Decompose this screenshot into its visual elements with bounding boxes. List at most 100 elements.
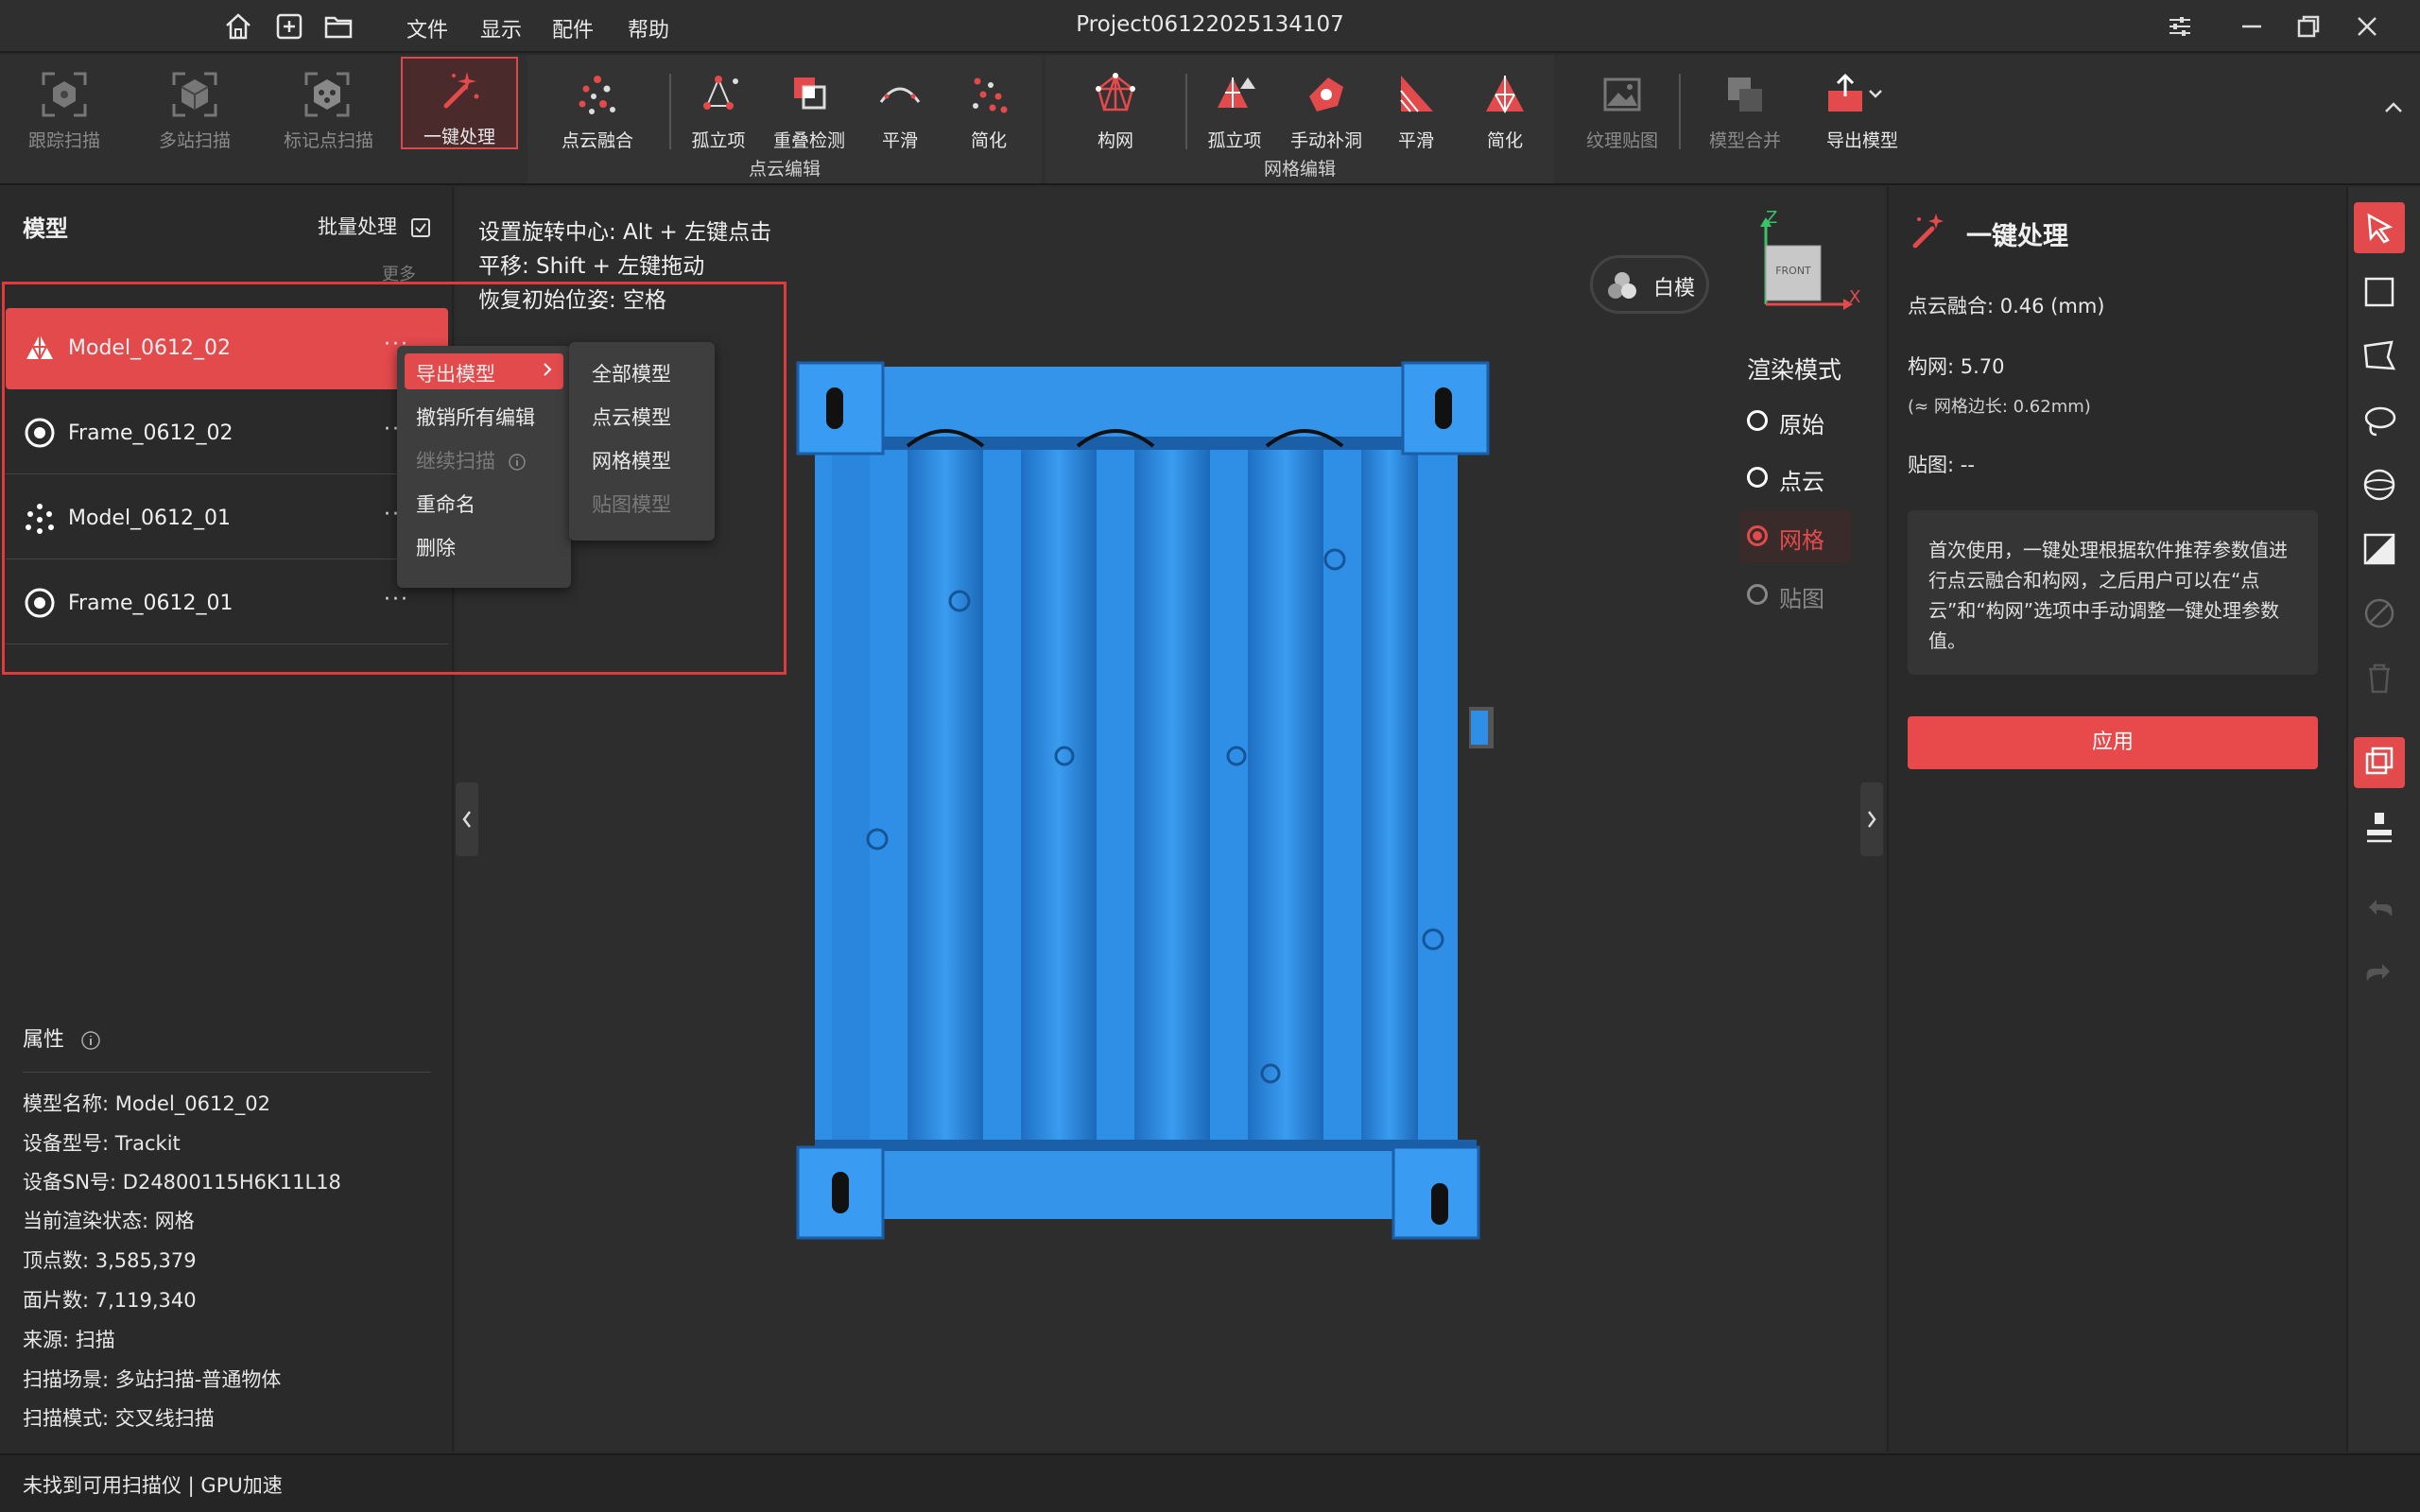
mesh-isolated-button[interactable]: 孤立项: [1191, 62, 1278, 153]
export-model-icon: [1821, 68, 1882, 121]
mesh-isolated-label: 孤立项: [1207, 130, 1262, 151]
output-group: [1562, 55, 2418, 183]
batch-process-label: 批量处理: [318, 215, 397, 238]
ribbon-toolbar: 跟踪扫描 多站扫描 标记点扫描 一键处理 点云融合 孤立项 重叠检测 平滑 简化…: [0, 55, 2420, 185]
ctx-undo-all-edits[interactable]: 撤销所有编辑: [405, 397, 563, 433]
texture-map-button[interactable]: 纹理贴图: [1575, 62, 1669, 153]
point-cloud-edit-group-label: 点云编辑: [748, 159, 821, 180]
ribbon-separator: [669, 74, 671, 149]
ctx-export-model-label: 导出模型: [416, 363, 495, 386]
settings-sliders-icon[interactable]: [2163, 9, 2197, 43]
export-all-models[interactable]: 全部模型: [592, 359, 671, 387]
isolated-button[interactable]: 孤立项: [675, 62, 762, 153]
polygon-select-button[interactable]: [2354, 331, 2405, 382]
texture-map-label: 纹理贴图: [1585, 130, 1658, 151]
ctx-rename[interactable]: 重命名: [405, 484, 563, 520]
point-fusion-button[interactable]: 点云融合: [554, 62, 641, 153]
radio-texture: [1747, 584, 1768, 605]
prop-device-sn: 设备SN号: D24800115H6K11L18: [23, 1171, 341, 1194]
view-cube-label: FRONT: [1775, 265, 1811, 277]
mesh-smooth-button[interactable]: 平滑: [1373, 62, 1460, 153]
prop-model-name: 模型名称: Model_0612_02: [23, 1092, 270, 1115]
multi-station-scan-button[interactable]: 多站扫描: [151, 62, 238, 153]
open-folder-icon[interactable]: [323, 11, 354, 42]
home-icon[interactable]: [223, 11, 253, 42]
polygon-icon: [2363, 340, 2396, 370]
cursor-icon: [2367, 213, 2394, 244]
menu-display[interactable]: 显示: [480, 13, 522, 43]
fill-hole-label: 手动补洞: [1289, 130, 1362, 151]
copy-view-button[interactable]: [2354, 737, 2405, 788]
point-fusion-param: 点云融合: 0.46 (mm): [1908, 295, 2105, 318]
apply-button[interactable]: 应用: [1908, 716, 2318, 769]
measure-button[interactable]: [2354, 801, 2405, 852]
smooth-icon: [873, 68, 926, 121]
menu-help[interactable]: 帮助: [628, 13, 669, 43]
tracking-scan-button[interactable]: 跟踪扫描: [21, 62, 108, 153]
mesh-smooth-label: 平滑: [1397, 130, 1434, 151]
menu-file[interactable]: 文件: [406, 13, 448, 43]
mesh-simplify-button[interactable]: 简化: [1461, 62, 1548, 153]
menu-accessory[interactable]: 配件: [552, 13, 594, 43]
export-model-button[interactable]: 导出模型: [1815, 62, 1910, 153]
stamp-icon: [2367, 813, 2392, 843]
prop-source: 来源: 扫描: [23, 1329, 115, 1351]
rectangle-icon: [2364, 277, 2394, 307]
trash-icon: [2369, 663, 2390, 694]
marker-scan-button[interactable]: 标记点扫描: [284, 62, 373, 153]
export-mesh-model[interactable]: 网格模型: [592, 446, 671, 474]
radio-point-cloud: [1747, 467, 1768, 488]
export-texture-model[interactable]: 贴图模型: [592, 490, 671, 518]
render-mode-original[interactable]: 原始: [1747, 395, 1851, 448]
select-tool-button[interactable]: [2354, 202, 2405, 253]
mesh-simplify-label: 简化: [1486, 130, 1523, 151]
ctx-continue-scan[interactable]: 继续扫描: [405, 440, 563, 476]
collapse-ribbon-icon[interactable]: [2378, 93, 2409, 123]
export-submenu: 全部模型 点云模型 网格模型 贴图模型: [569, 342, 715, 541]
undo-button[interactable]: [2354, 885, 2405, 936]
ctx-delete[interactable]: 删除: [405, 527, 563, 563]
lasso-icon: [2364, 406, 2396, 437]
invert-select-button[interactable]: [2354, 588, 2405, 639]
white-model-toggle[interactable]: 白模: [1590, 255, 1709, 314]
lasso-select-button[interactable]: [2354, 395, 2405, 446]
simplify-button[interactable]: 简化: [945, 62, 1032, 153]
export-point-cloud-model[interactable]: 点云模型: [592, 403, 671, 431]
prop-face-count: 面片数: 7,119,340: [23, 1289, 197, 1312]
collapse-right-panel[interactable]: [1860, 782, 1883, 856]
properties-title-label: 属性: [23, 1028, 65, 1052]
model-merge-icon: [1719, 68, 1772, 121]
prop-vertex-count: 顶点数: 3,585,379: [23, 1249, 197, 1272]
render-mode-texture[interactable]: 贴图: [1747, 569, 1851, 622]
overlap-detect-button[interactable]: 重叠检测: [764, 62, 855, 153]
render-mode-point-cloud[interactable]: 点云: [1747, 452, 1851, 505]
restore-icon[interactable]: [2291, 9, 2325, 43]
prop-device-model: 设备型号: Trackit: [23, 1132, 181, 1155]
collapse-left-panel[interactable]: [456, 782, 478, 856]
redo-button[interactable]: [2354, 949, 2405, 1000]
axis-gizmo[interactable]: Z X FRONT: [1747, 206, 1864, 323]
mesh-isolated-icon: [1208, 68, 1261, 121]
delete-button[interactable]: [2354, 652, 2405, 703]
sphere-icon: [2363, 469, 2395, 501]
overlap-detect-label: 重叠检测: [772, 130, 845, 151]
new-project-icon[interactable]: [274, 11, 304, 42]
smooth-button[interactable]: 平滑: [856, 62, 943, 153]
mesh-build-button[interactable]: 构网: [1072, 62, 1159, 153]
batch-process-button[interactable]: 批量处理: [318, 212, 432, 240]
one-click-process-button[interactable]: 一键处理: [401, 57, 518, 149]
ctx-export-model[interactable]: 导出模型: [405, 353, 563, 389]
3d-model-mesh[interactable]: [794, 359, 1494, 1285]
model-merge-button[interactable]: 模型合并: [1698, 62, 1792, 153]
render-mode-original-label: 原始: [1779, 412, 1824, 438]
render-mode-mesh[interactable]: 网格: [1739, 510, 1851, 563]
properties-divider: [23, 1072, 431, 1073]
rect-select-button[interactable]: [2354, 266, 2405, 318]
close-icon[interactable]: [2350, 9, 2384, 43]
minimize-icon[interactable]: [2235, 9, 2269, 43]
info-icon[interactable]: [80, 1030, 101, 1051]
sphere-select-button[interactable]: [2354, 459, 2405, 510]
fill-hole-button[interactable]: 手动补洞: [1280, 62, 1373, 153]
plane-cut-button[interactable]: [2354, 524, 2405, 575]
export-model-label: 导出模型: [1825, 130, 1898, 151]
